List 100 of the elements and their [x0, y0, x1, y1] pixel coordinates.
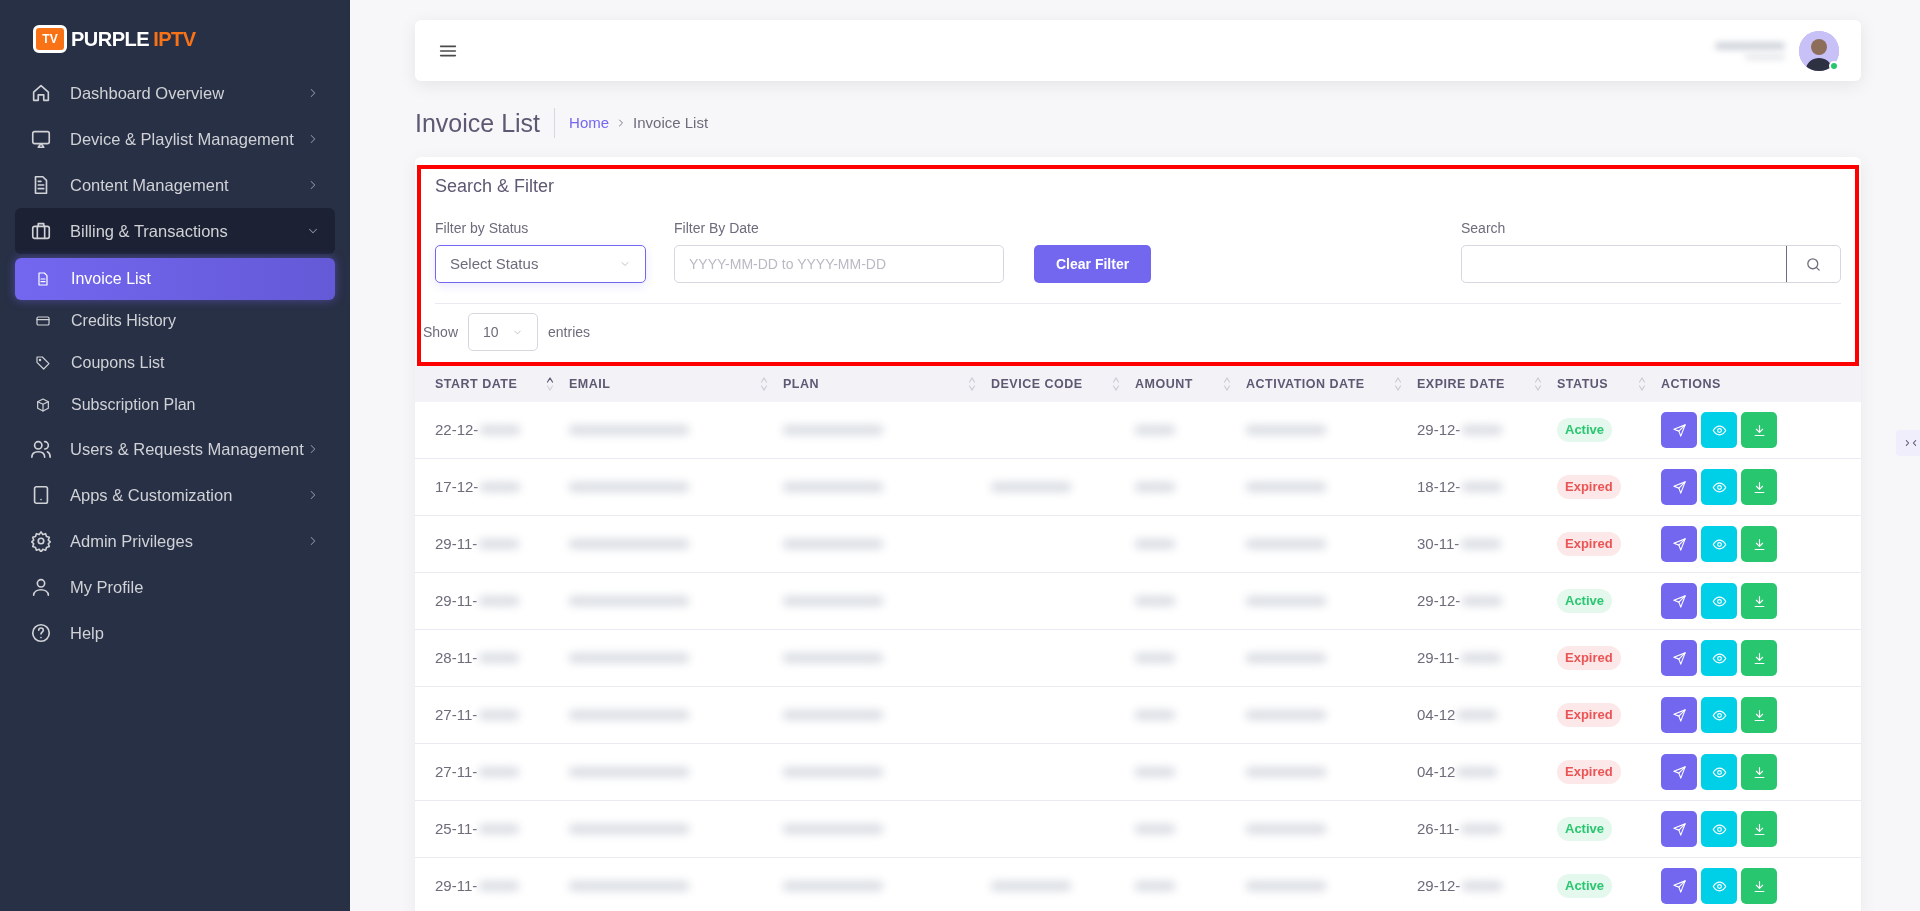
eye-icon: [1711, 422, 1727, 438]
sidebar-item[interactable]: Users & Requests Management: [15, 426, 335, 472]
view-button[interactable]: [1701, 526, 1737, 562]
sidebar-item[interactable]: Help: [15, 610, 335, 656]
download-button[interactable]: [1741, 697, 1777, 733]
column-header[interactable]: STATUS: [1557, 374, 1661, 394]
sidebar-subitem[interactable]: Coupons List: [15, 342, 335, 384]
entries-label: Show: [423, 322, 459, 342]
page-title: Invoice List: [415, 108, 556, 138]
redacted-text: [1461, 824, 1502, 834]
sidebar-item[interactable]: Dashboard Overview: [15, 70, 335, 116]
field-label: Search: [1461, 219, 1507, 238]
sidebar-subitem[interactable]: Subscription Plan: [15, 384, 335, 426]
download-button[interactable]: [1741, 868, 1777, 904]
send-icon: [1671, 593, 1687, 609]
view-button[interactable]: [1701, 754, 1737, 790]
date-range-field[interactable]: YYYY-MM-DD to YYYY-MM-DD: [674, 245, 1004, 283]
column-header[interactable]: EMAIL: [569, 374, 783, 394]
send-button[interactable]: [1661, 754, 1697, 790]
download-button[interactable]: [1741, 412, 1777, 448]
send-icon: [1671, 479, 1687, 495]
download-button[interactable]: [1741, 469, 1777, 505]
send-icon: [1671, 821, 1687, 837]
sidebar-item[interactable]: Billing & Transactions: [15, 208, 335, 254]
download-button[interactable]: [1741, 640, 1777, 676]
view-button[interactable]: [1701, 640, 1737, 676]
status-badge: Active: [1557, 874, 1613, 898]
eye-icon: [1711, 593, 1727, 609]
column-header[interactable]: EXPIRE DATE: [1417, 374, 1557, 394]
send-button[interactable]: [1661, 412, 1697, 448]
send-button[interactable]: [1661, 640, 1697, 676]
document-icon: [35, 271, 51, 287]
status-badge: Expired: [1557, 760, 1621, 784]
send-icon: [1671, 707, 1687, 723]
download-icon: [1751, 422, 1767, 438]
sidebar-item[interactable]: Content Management: [15, 162, 335, 208]
breadcrumb-link[interactable]: Home: [569, 111, 610, 135]
side-panel-toggle[interactable]: [1896, 430, 1920, 456]
send-button[interactable]: [1661, 469, 1697, 505]
eye-icon: [1711, 764, 1727, 780]
settings-icon: [30, 530, 52, 552]
send-button[interactable]: [1661, 697, 1697, 733]
download-button[interactable]: [1741, 811, 1777, 847]
eye-icon: [1711, 878, 1727, 894]
table-cell-text: 30-11-: [1417, 533, 1460, 554]
search-field[interactable]: [1461, 245, 1841, 283]
download-icon: [1751, 821, 1767, 837]
table-cell-text: 18-12-: [1417, 476, 1461, 497]
download-button[interactable]: [1741, 526, 1777, 562]
download-button[interactable]: [1741, 754, 1777, 790]
eye-icon: [1711, 650, 1727, 666]
send-button[interactable]: [1661, 811, 1697, 847]
column-header[interactable]: AMOUNT: [1135, 374, 1246, 394]
status-badge: Expired: [1557, 703, 1621, 727]
send-button[interactable]: [1661, 526, 1697, 562]
sidebar-item[interactable]: Device & Playlist Management: [15, 116, 335, 162]
entries-dropdown[interactable]: 10: [468, 313, 539, 351]
sidebar-item[interactable]: My Profile: [15, 564, 335, 610]
status-badge: Expired: [1557, 646, 1621, 670]
table-cell-text: 29-12-: [1417, 590, 1461, 611]
column-header[interactable]: ACTIVATION DATE: [1246, 374, 1417, 394]
redacted-text: [1135, 425, 1175, 435]
table-cell-text: 27-11-: [435, 761, 478, 782]
view-button[interactable]: [1701, 868, 1737, 904]
status-badge: Expired: [1557, 475, 1621, 499]
section-title: Search & Filter: [435, 175, 556, 198]
table-cell-text: 27-11-: [435, 704, 478, 725]
redacted-text: [1462, 425, 1503, 435]
sidebar-item[interactable]: Apps & Customization: [15, 472, 335, 518]
download-button[interactable]: [1741, 583, 1777, 619]
table-cell-text: 29-11-: [435, 590, 478, 611]
user-icon: [30, 576, 52, 598]
eye-icon: [1711, 707, 1727, 723]
entries-label: entries: [548, 322, 591, 342]
view-button[interactable]: [1701, 469, 1737, 505]
redacted-text: [1135, 710, 1175, 720]
view-button[interactable]: [1701, 811, 1737, 847]
briefcase-icon: [30, 220, 52, 242]
column-header[interactable]: PLAN: [783, 374, 991, 394]
status-dropdown[interactable]: Select Status: [435, 245, 646, 283]
column-header[interactable]: DEVICE CODE: [991, 374, 1135, 394]
clear-filter-button[interactable]: Clear Filter: [1034, 245, 1152, 283]
redacted-text: [1461, 653, 1502, 663]
view-button[interactable]: [1701, 697, 1737, 733]
eye-icon: [1711, 821, 1727, 837]
view-button[interactable]: [1701, 412, 1737, 448]
sidebar-subitem[interactable]: Credits History: [15, 300, 335, 342]
avatar[interactable]: [1799, 30, 1839, 71]
sidebar-subitem[interactable]: Invoice List: [15, 258, 335, 300]
help-icon: [30, 622, 52, 644]
send-button[interactable]: [1661, 868, 1697, 904]
view-button[interactable]: [1701, 583, 1737, 619]
breadcrumb-current: Invoice List: [633, 112, 709, 133]
sidebar-item[interactable]: Admin Privileges: [15, 518, 335, 564]
redacted-text: [1135, 539, 1175, 549]
column-header[interactable]: START DATE: [435, 374, 569, 394]
send-button[interactable]: [1661, 583, 1697, 619]
download-icon: [1751, 593, 1767, 609]
redacted-text: [1462, 596, 1503, 606]
send-icon: [1671, 764, 1687, 780]
